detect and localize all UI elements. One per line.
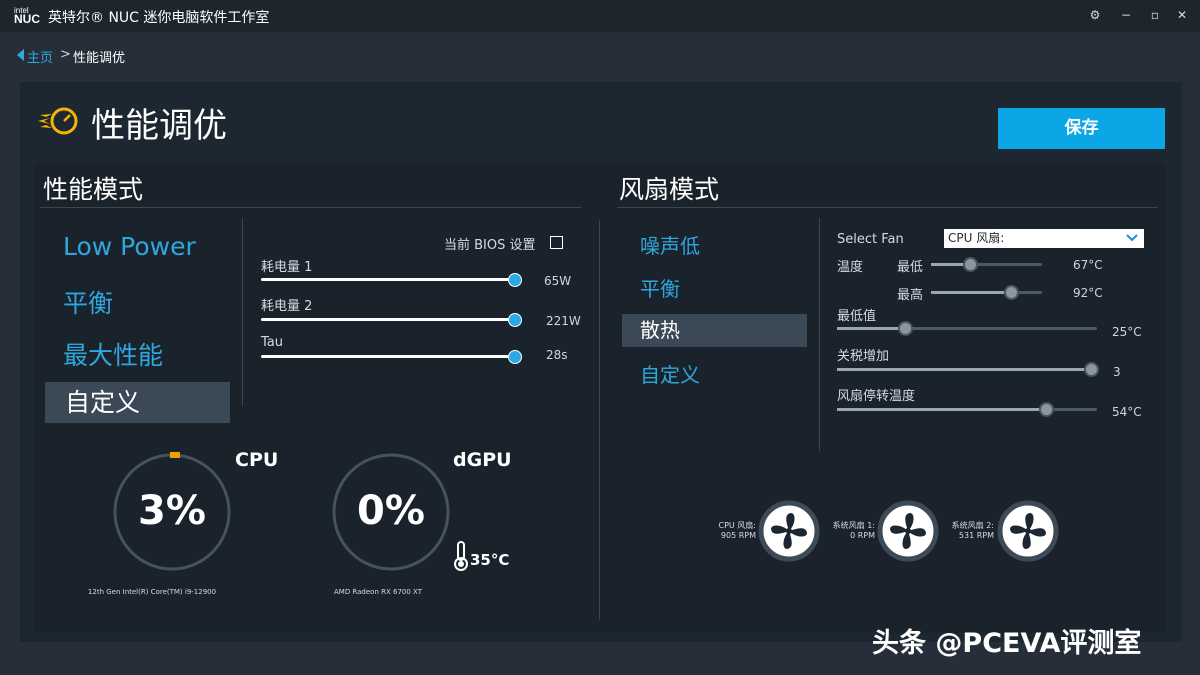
fan-stop-temp-fill xyxy=(837,408,1046,411)
gpu-device-name: AMD Radeon RX 6700 XT xyxy=(333,588,422,596)
performance-mode-header: 性能模式 xyxy=(43,175,144,204)
tau-slider[interactable] xyxy=(261,355,515,358)
power-limit-2-value: 221W xyxy=(546,314,581,328)
system-fan-2-icon xyxy=(997,500,1059,562)
app-title: 英特尔® NUC 迷你电脑软件工作室 xyxy=(48,10,270,26)
section-divider xyxy=(599,220,600,620)
gain-fill xyxy=(837,368,1091,371)
cpu-gauge-label: CPU xyxy=(235,449,279,471)
gpu-temperature: 35°C xyxy=(470,551,510,569)
logo-main-text: NUC xyxy=(14,12,40,26)
gain-value: 3 xyxy=(1113,365,1121,379)
temp-max-fill xyxy=(931,291,1011,294)
power-limit-2-label: 耗电量 2 xyxy=(261,299,313,314)
fan-mode-balanced[interactable]: 平衡 xyxy=(640,273,680,302)
power-limit-1-slider[interactable] xyxy=(261,278,515,281)
breadcrumb-home-link[interactable]: 主页 xyxy=(27,47,53,66)
system-fan-1-icon xyxy=(877,500,939,562)
gpu-usage-value: 0% xyxy=(357,488,425,534)
fan-stop-temp-label: 风扇停转温度 xyxy=(837,389,916,404)
fan-select-value: CPU 风扇: xyxy=(948,231,1005,245)
power-limit-1-label: 耗电量 1 xyxy=(261,260,313,275)
mode-low-power[interactable]: Low Power xyxy=(63,232,196,261)
select-fan-label: Select Fan xyxy=(837,232,904,247)
minimize-icon[interactable]: − xyxy=(1116,8,1136,22)
system-fan-2-name: 系统风扇 2: xyxy=(951,521,994,530)
fan-mode-custom[interactable]: 自定义 xyxy=(640,359,700,388)
watermark: 头条 @PCEVA评测室 xyxy=(872,628,1142,659)
fan-select-dropdown[interactable]: CPU 风扇: xyxy=(944,229,1144,248)
min-duty-thumb[interactable] xyxy=(898,321,913,336)
temp-max-thumb[interactable] xyxy=(1004,285,1019,300)
settings-gear-icon[interactable]: ⚙ xyxy=(1085,8,1105,22)
temp-min-thumb[interactable] xyxy=(963,257,978,272)
system-fan-2-caption: 系统风扇 2: 531 RPM xyxy=(934,521,994,541)
fan-stop-temp-thumb[interactable] xyxy=(1039,402,1054,417)
power-limit-2-slider[interactable] xyxy=(261,318,515,321)
save-button[interactable]: 保存 xyxy=(998,108,1165,149)
speedometer-flame-icon xyxy=(38,107,78,135)
maximize-icon[interactable]: ▫ xyxy=(1145,8,1165,22)
breadcrumb-separator: > xyxy=(60,47,71,62)
cpu-usage-value: 3% xyxy=(138,488,206,534)
temperature-label: 温度 xyxy=(837,260,864,275)
performance-vertical-divider xyxy=(242,218,243,406)
system-fan-1-name: 系统风扇 1: xyxy=(832,521,875,530)
tau-label: Tau xyxy=(261,335,283,350)
cpu-fan-caption: CPU 风扇: 905 RPM xyxy=(696,521,756,541)
temp-max-label: 最高 xyxy=(897,288,924,303)
chevron-down-icon xyxy=(1126,234,1138,242)
tau-value: 28s xyxy=(546,348,568,362)
fan-mode-cooling[interactable]: 散热 xyxy=(622,314,807,347)
cpu-fan-name: CPU 风扇: xyxy=(718,521,756,530)
mode-balanced[interactable]: 平衡 xyxy=(63,284,113,320)
bios-settings-checkbox[interactable] xyxy=(550,236,563,249)
temp-min-value: 67°C xyxy=(1073,258,1103,272)
fan-stop-temp-value: 54°C xyxy=(1112,405,1142,419)
fan-mode-header: 风扇模式 xyxy=(619,175,720,204)
min-duty-fill xyxy=(837,327,905,330)
min-duty-label: 最低值 xyxy=(837,309,877,324)
power-limit-2-thumb[interactable] xyxy=(508,313,522,327)
system-fan-1-rpm: 0 RPM xyxy=(850,531,875,540)
bios-settings-label: 当前 BIOS 设置 xyxy=(444,238,536,253)
gain-label: 关税增加 xyxy=(837,349,890,364)
breadcrumb-current: 性能调优 xyxy=(73,51,126,66)
power-limit-1-value: 65W xyxy=(544,274,572,288)
min-duty-value: 25°C xyxy=(1112,325,1142,339)
cpu-gauge-marker xyxy=(170,452,180,458)
back-arrow-icon[interactable] xyxy=(17,49,24,61)
page-title: 性能调优 xyxy=(91,106,227,146)
mode-max-performance[interactable]: 最大性能 xyxy=(63,336,163,372)
tau-thumb[interactable] xyxy=(508,350,522,364)
system-fan-1-caption: 系统风扇 1: 0 RPM xyxy=(815,521,875,541)
close-icon[interactable]: ✕ xyxy=(1172,8,1192,22)
gpu-gauge-label: dGPU xyxy=(453,449,512,471)
power-limit-1-thumb[interactable] xyxy=(508,273,522,287)
thermometer-icon xyxy=(454,541,468,571)
gain-thumb[interactable] xyxy=(1084,362,1099,377)
cpu-fan-icon xyxy=(758,500,820,562)
system-fan-2-rpm: 531 RPM xyxy=(958,531,994,540)
fan-vertical-divider xyxy=(819,218,820,451)
intel-nuc-logo: intel NUC xyxy=(14,7,40,26)
temp-min-label: 最低 xyxy=(897,260,924,275)
mode-custom[interactable]: 自定义 xyxy=(45,382,230,423)
cpu-device-name: 12th Gen Intel(R) Core(TM) i9-12900 xyxy=(87,588,217,596)
fan-header-divider xyxy=(617,207,1158,208)
performance-header-divider xyxy=(40,207,581,208)
fan-mode-quiet[interactable]: 噪声低 xyxy=(640,230,700,259)
temp-max-value: 92°C xyxy=(1073,286,1103,300)
cpu-fan-rpm: 905 RPM xyxy=(720,531,756,540)
